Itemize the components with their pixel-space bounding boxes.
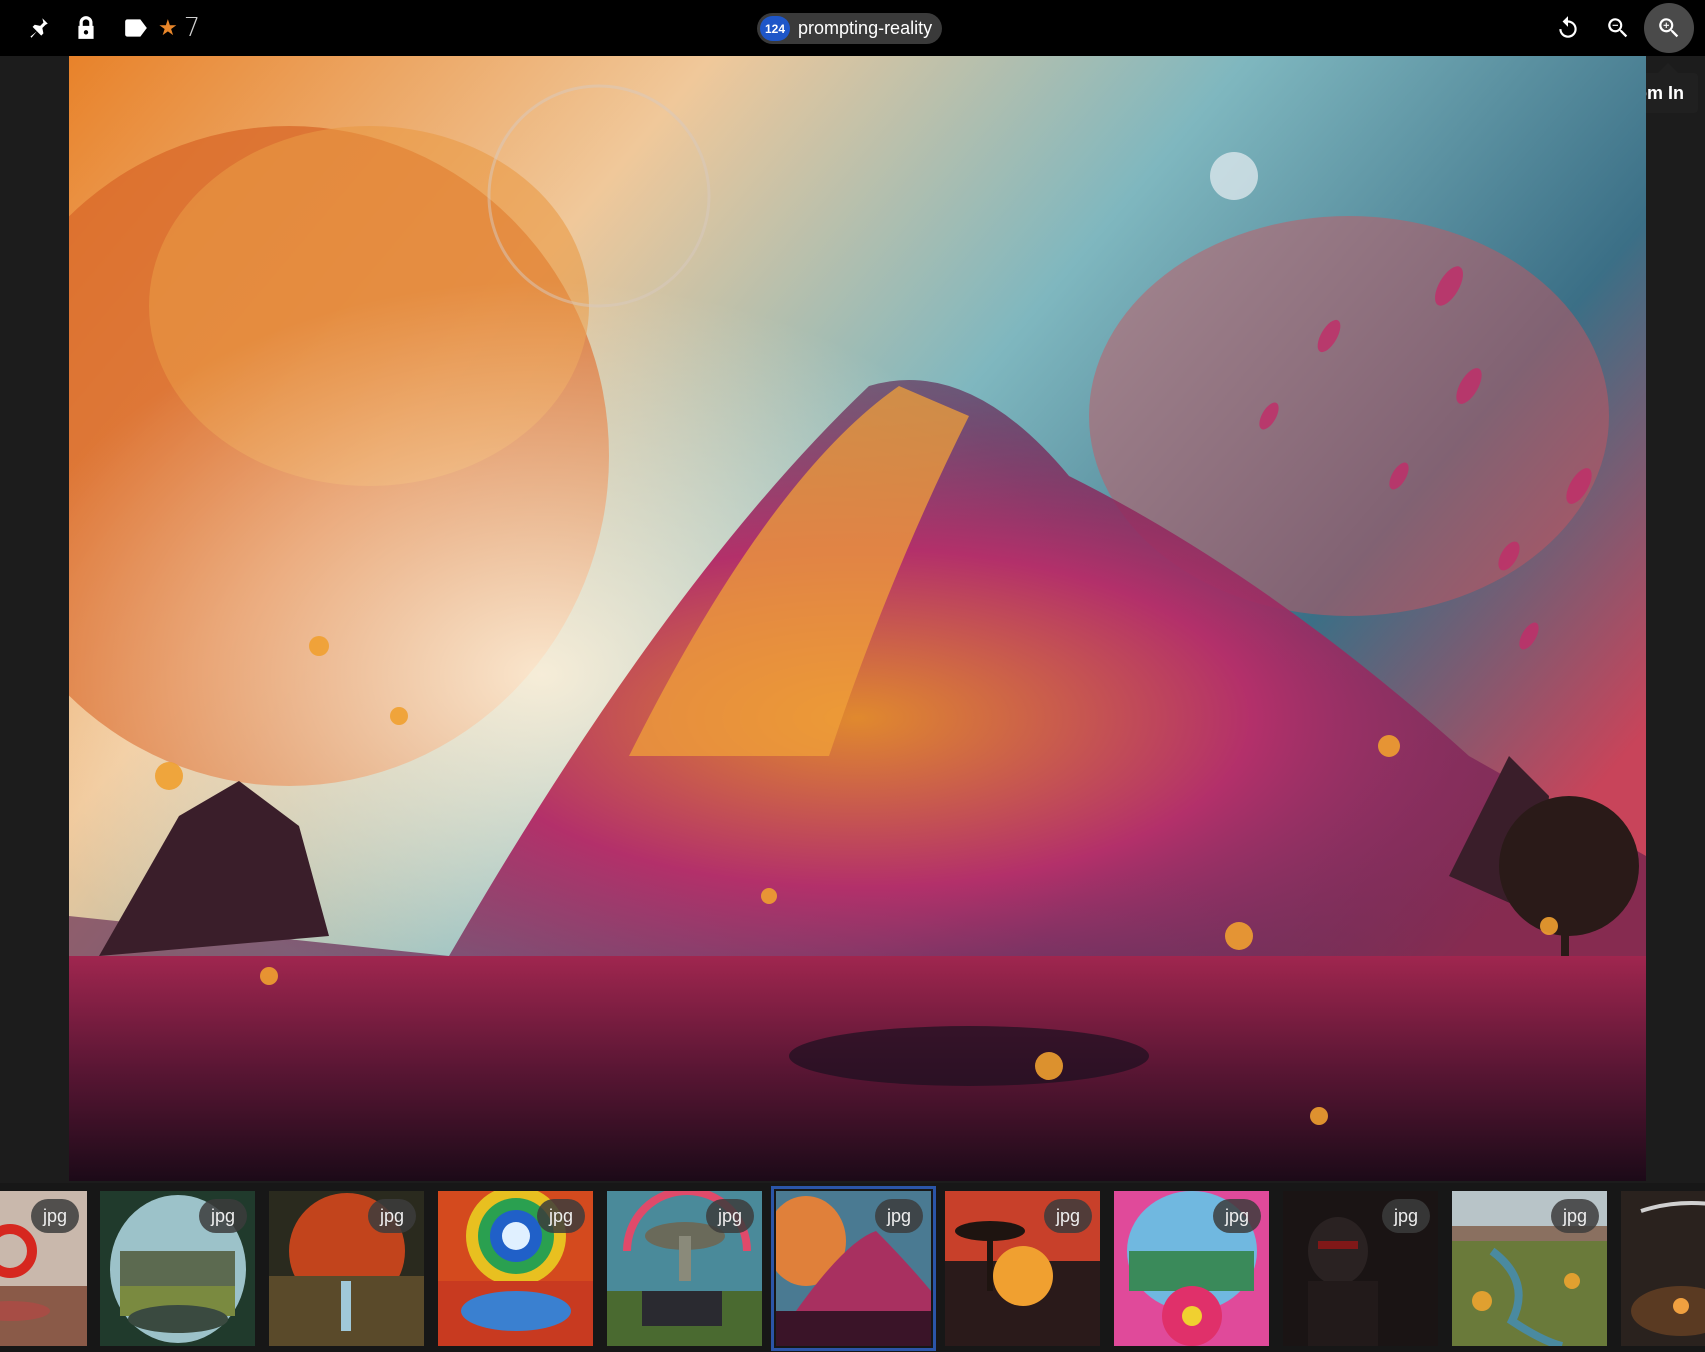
file-type-badge: jpg: [1551, 1199, 1599, 1233]
main-image: [69, 56, 1646, 1181]
file-type-badge: jpg: [368, 1199, 416, 1233]
file-type-badge: jpg: [1213, 1199, 1261, 1233]
thumbnail[interactable]: jpg: [607, 1191, 762, 1346]
pin-icon[interactable]: [22, 12, 54, 44]
collection-chip[interactable]: 124 prompting-reality: [757, 13, 943, 44]
rotate-icon[interactable]: [1552, 12, 1584, 44]
collection-count-badge: 124: [760, 16, 791, 41]
thumbnail-strip: jpg jpg jpg jpg jpg jpg jpg jpg jpg jpg: [0, 1183, 1705, 1352]
collection-name: prompting-reality: [798, 18, 933, 38]
thumbnail-image: [1621, 1191, 1705, 1346]
thumbnail[interactable]: [1621, 1191, 1705, 1346]
zoom-out-icon[interactable]: [1602, 12, 1634, 44]
lock-icon[interactable]: [70, 12, 102, 44]
star-icon: ★: [158, 15, 178, 40]
rating-display[interactable]: ★ 7: [158, 10, 200, 46]
image-viewer[interactable]: [69, 56, 1646, 1181]
thumbnail[interactable]: jpg: [1114, 1191, 1269, 1346]
file-type-badge: jpg: [1382, 1199, 1430, 1233]
file-type-badge: jpg: [1044, 1199, 1092, 1233]
file-type-badge: jpg: [706, 1199, 754, 1233]
tag-icon[interactable]: [120, 12, 152, 44]
rating-value: 7: [183, 13, 201, 43]
thumbnail[interactable]: jpg: [1452, 1191, 1607, 1346]
thumbnail[interactable]: jpg: [100, 1191, 255, 1346]
file-type-badge: jpg: [31, 1199, 79, 1233]
file-type-badge: jpg: [537, 1199, 585, 1233]
thumbnail-selected[interactable]: jpg: [771, 1186, 936, 1351]
zoom-in-icon[interactable]: [1653, 12, 1685, 44]
file-type-badge: jpg: [199, 1199, 247, 1233]
thumbnail[interactable]: jpg: [945, 1191, 1100, 1346]
thumbnail[interactable]: jpg: [0, 1191, 87, 1346]
top-toolbar: ★ 7 124 prompting-reality: [0, 0, 1705, 56]
thumbnail[interactable]: jpg: [1283, 1191, 1438, 1346]
file-type-badge: jpg: [875, 1199, 923, 1233]
thumbnail[interactable]: jpg: [438, 1191, 593, 1346]
thumbnail[interactable]: jpg: [269, 1191, 424, 1346]
